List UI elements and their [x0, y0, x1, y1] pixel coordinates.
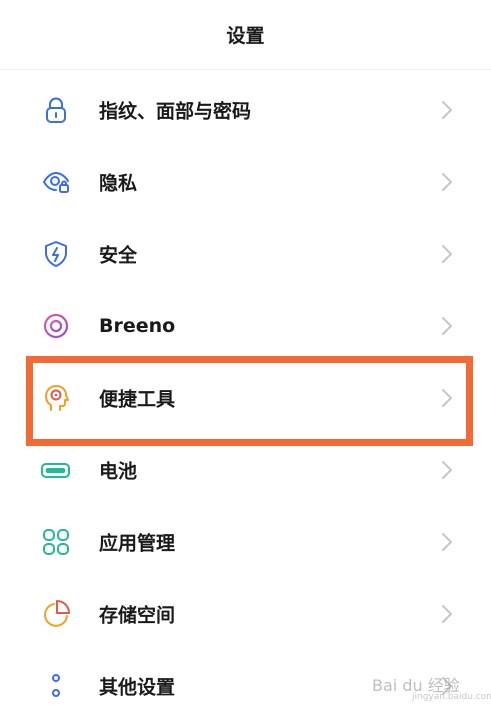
settings-item-app-management[interactable]: 应用管理 — [0, 506, 491, 578]
settings-item-security[interactable]: 安全 — [0, 218, 491, 290]
lock-icon — [40, 94, 72, 126]
settings-item-breeno[interactable]: Breeno — [0, 290, 491, 362]
settings-item-label: 指纹、面部与密码 — [99, 100, 252, 123]
settings-item-label: 存储空间 — [99, 604, 176, 627]
settings-item-battery[interactable]: 电池 — [0, 434, 491, 506]
top-bar: 设置 — [0, 0, 491, 70]
chevron-right-icon — [440, 603, 454, 625]
chevron-right-icon — [440, 459, 454, 481]
settings-item-label: 隐私 — [99, 172, 138, 195]
watermark-subtext: jingyan.baidu.com — [412, 692, 491, 702]
page-title: 设置 — [226, 25, 265, 47]
settings-item-privacy[interactable]: 隐私 — [0, 146, 491, 218]
settings-item-convenience-tools[interactable]: 便捷工具 — [0, 362, 491, 434]
chevron-right-icon — [440, 243, 454, 265]
breeno-ring-icon — [40, 310, 72, 342]
battery-icon — [40, 454, 72, 486]
more-dots-icon — [40, 670, 72, 702]
head-target-icon — [40, 382, 72, 414]
settings-list: 指纹、面部与密码 隐私 安全 Breeno 便捷工具 电池 应用管理 存储空间 … — [0, 74, 491, 717]
settings-item-label: 电池 — [99, 460, 138, 483]
chevron-right-icon — [440, 99, 454, 121]
settings-item-fingerprint-face-password[interactable]: 指纹、面部与密码 — [0, 74, 491, 146]
settings-item-label: 便捷工具 — [99, 388, 176, 411]
settings-item-label: 其他设置 — [99, 676, 176, 699]
chevron-right-icon — [440, 315, 454, 337]
chevron-right-icon — [440, 387, 454, 409]
settings-item-label: Breeno — [99, 315, 176, 337]
apps-grid-icon — [40, 526, 72, 558]
settings-item-label: 安全 — [99, 244, 138, 267]
settings-item-storage[interactable]: 存储空间 — [0, 578, 491, 650]
shield-icon — [40, 238, 72, 270]
watermark: Bai du 经验 jingyan.baidu.com — [372, 664, 491, 704]
chevron-right-icon — [440, 171, 454, 193]
storage-pie-icon — [40, 598, 72, 630]
privacy-eye-icon — [40, 166, 72, 198]
settings-item-label: 应用管理 — [99, 532, 176, 555]
chevron-right-icon — [440, 531, 454, 553]
